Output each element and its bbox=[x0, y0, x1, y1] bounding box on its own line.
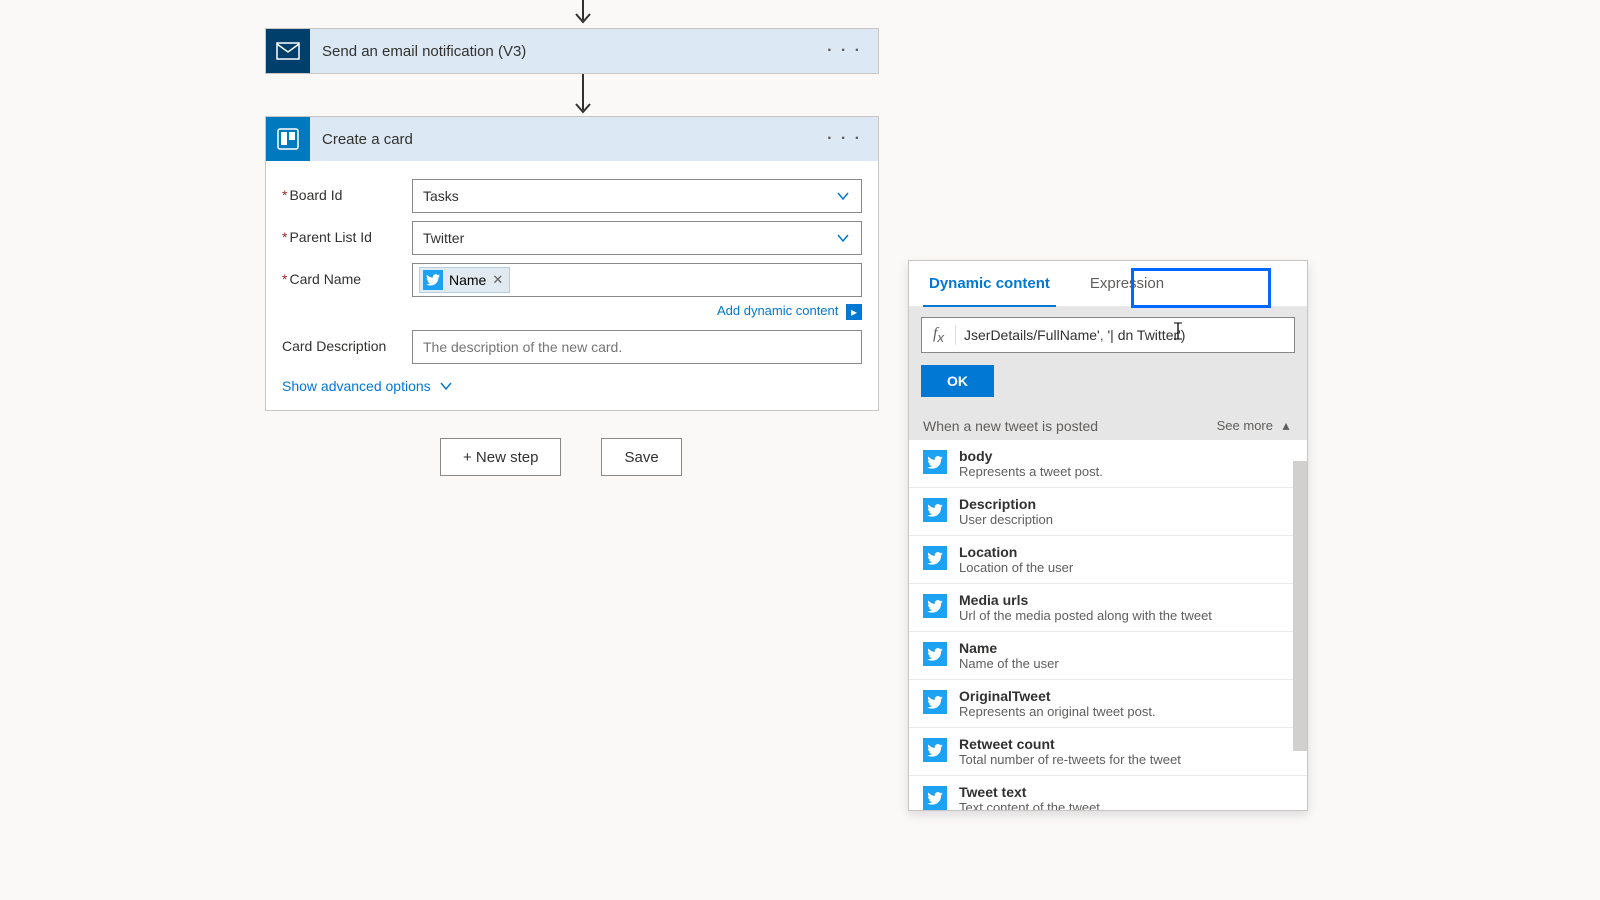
twitter-icon bbox=[923, 594, 947, 618]
dynamic-content-item[interactable]: bodyRepresents a tweet post. bbox=[909, 440, 1307, 488]
flow-arrow-mid bbox=[574, 74, 576, 118]
item-name: OriginalTweet bbox=[959, 688, 1156, 704]
add-dynamic-content-link[interactable]: Add dynamic content bbox=[717, 303, 838, 318]
twitter-icon bbox=[423, 270, 443, 290]
select-board-id[interactable]: Tasks bbox=[412, 179, 862, 213]
token-name[interactable]: Name ✕ bbox=[419, 267, 510, 293]
twitter-icon bbox=[923, 450, 947, 474]
save-button[interactable]: Save bbox=[601, 438, 681, 476]
dynamic-content-item[interactable]: Media urlsUrl of the media posted along … bbox=[909, 584, 1307, 632]
show-advanced-options-link[interactable]: Show advanced options bbox=[282, 378, 453, 394]
caret-up-icon[interactable]: ▴ bbox=[1279, 417, 1293, 434]
step-create-card: Create a card · · · *Board Id Tasks *Par… bbox=[265, 116, 879, 411]
see-more-link[interactable]: See more bbox=[1217, 418, 1273, 433]
section-title: When a new tweet is posted bbox=[923, 418, 1098, 434]
mail-icon bbox=[266, 29, 310, 73]
step-header[interactable]: Create a card · · · bbox=[266, 117, 878, 161]
dynamic-content-panel: Dynamic content Expression fx JserDetail… bbox=[908, 260, 1308, 811]
flow-arrow-top bbox=[574, 0, 576, 28]
scrollbar[interactable] bbox=[1293, 461, 1307, 751]
trello-icon bbox=[266, 117, 310, 161]
step-title: Create a card bbox=[322, 131, 413, 148]
input-card-description[interactable] bbox=[412, 330, 862, 364]
item-desc: Text content of the tweet bbox=[959, 800, 1100, 810]
item-desc: User description bbox=[959, 512, 1053, 527]
expression-text[interactable]: JserDetails/FullName', '| dn Twitter') bbox=[956, 327, 1294, 344]
label-card-description: Card Description bbox=[282, 330, 412, 354]
step-menu-button[interactable]: · · · bbox=[827, 29, 862, 73]
label-parent-list: *Parent List Id bbox=[282, 221, 412, 245]
item-name: Media urls bbox=[959, 592, 1212, 608]
tab-dynamic-content[interactable]: Dynamic content bbox=[909, 261, 1070, 306]
item-desc: Represents an original tweet post. bbox=[959, 704, 1156, 719]
item-name: Name bbox=[959, 640, 1059, 656]
remove-token-button[interactable]: ✕ bbox=[492, 272, 503, 288]
item-desc: Name of the user bbox=[959, 656, 1059, 671]
input-card-name[interactable]: Name ✕ bbox=[412, 263, 862, 297]
add-dynamic-content-button[interactable]: ▸ bbox=[846, 304, 862, 320]
chevron-down-icon bbox=[439, 379, 453, 393]
fx-icon: fx bbox=[922, 325, 956, 345]
item-name: Description bbox=[959, 496, 1053, 512]
dynamic-content-item[interactable]: LocationLocation of the user bbox=[909, 536, 1307, 584]
dynamic-content-item[interactable]: Tweet textText content of the tweet bbox=[909, 776, 1307, 810]
item-name: body bbox=[959, 448, 1103, 464]
step-header[interactable]: Send an email notification (V3) · · · bbox=[266, 29, 878, 73]
select-parent-list[interactable]: Twitter bbox=[412, 221, 862, 255]
dynamic-content-item[interactable]: DescriptionUser description bbox=[909, 488, 1307, 536]
step-send-email[interactable]: Send an email notification (V3) · · · bbox=[265, 28, 879, 74]
step-menu-button[interactable]: · · · bbox=[827, 117, 862, 161]
twitter-icon bbox=[923, 690, 947, 714]
expression-input[interactable]: fx JserDetails/FullName', '| dn Twitter'… bbox=[921, 317, 1295, 353]
twitter-icon bbox=[923, 786, 947, 810]
item-desc: Location of the user bbox=[959, 560, 1073, 575]
dynamic-content-item[interactable]: Retweet countTotal number of re-tweets f… bbox=[909, 728, 1307, 776]
tab-expression[interactable]: Expression bbox=[1070, 261, 1184, 306]
twitter-icon bbox=[923, 738, 947, 762]
item-name: Retweet count bbox=[959, 736, 1181, 752]
dynamic-content-list[interactable]: bodyRepresents a tweet post.DescriptionU… bbox=[909, 440, 1307, 810]
step-title: Send an email notification (V3) bbox=[322, 43, 526, 60]
chevron-down-icon bbox=[835, 188, 851, 204]
item-desc: Url of the media posted along with the t… bbox=[959, 608, 1212, 623]
dynamic-content-item[interactable]: NameName of the user bbox=[909, 632, 1307, 680]
item-desc: Total number of re-tweets for the tweet bbox=[959, 752, 1181, 767]
ok-button[interactable]: OK bbox=[921, 365, 994, 397]
new-step-button[interactable]: + New step bbox=[440, 438, 561, 476]
chevron-down-icon bbox=[835, 230, 851, 246]
dynamic-content-item[interactable]: OriginalTweetRepresents an original twee… bbox=[909, 680, 1307, 728]
label-card-name: *Card Name bbox=[282, 263, 412, 287]
label-board-id: *Board Id bbox=[282, 179, 412, 203]
item-name: Tweet text bbox=[959, 784, 1100, 800]
item-desc: Represents a tweet post. bbox=[959, 464, 1103, 479]
twitter-icon bbox=[923, 498, 947, 522]
twitter-icon bbox=[923, 546, 947, 570]
item-name: Location bbox=[959, 544, 1073, 560]
twitter-icon bbox=[923, 642, 947, 666]
